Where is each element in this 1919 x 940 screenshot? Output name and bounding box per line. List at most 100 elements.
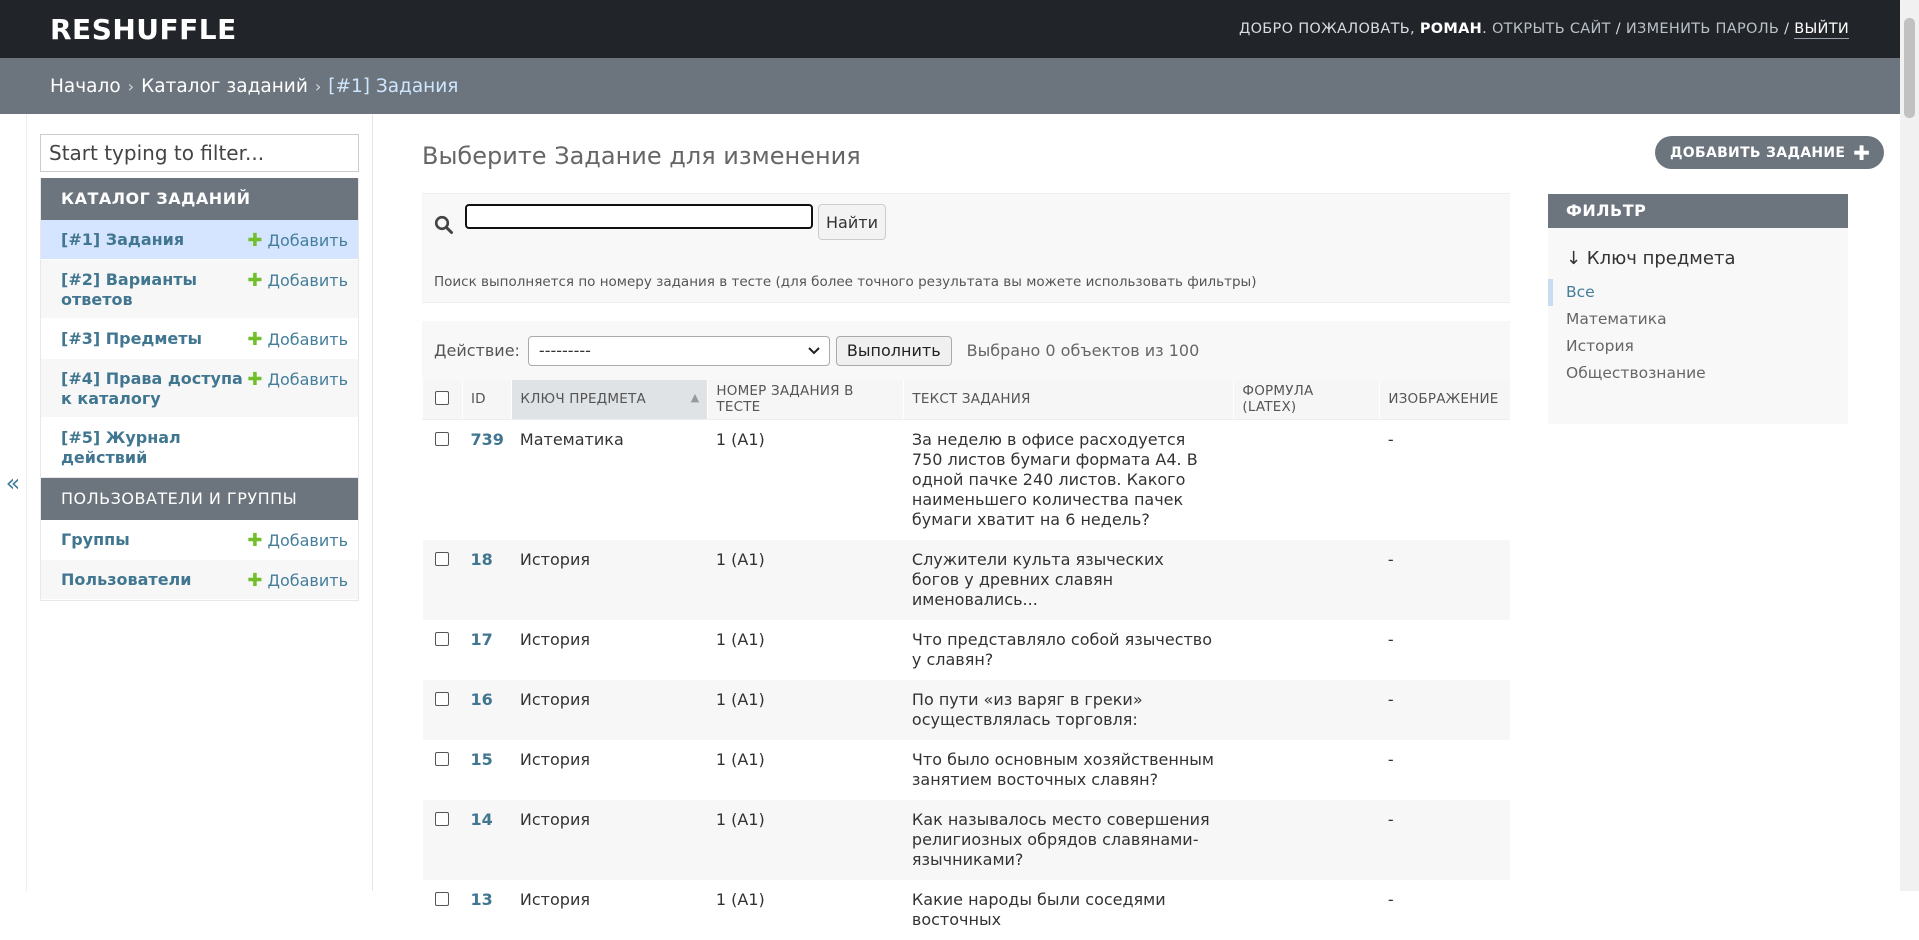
row-text: По пути «из варяг в греки» осуществлялас…: [911, 689, 1143, 729]
sidebar-item-label[interactable]: Группы: [61, 530, 130, 550]
row-formula: [1234, 540, 1380, 620]
filter-option-all[interactable]: Все: [1548, 279, 1848, 306]
row-text: Служители культа языческих богов у древн…: [911, 549, 1164, 609]
search-input[interactable]: [465, 204, 813, 229]
column-header-text[interactable]: Текст задания: [903, 380, 1234, 420]
row-id-link[interactable]: 739: [463, 419, 512, 540]
table-row: 13 История 1 (A1) Какие народы были сосе…: [422, 879, 1510, 940]
add-link[interactable]: ✚ Добавить: [247, 270, 348, 291]
module-caption[interactable]: Пользователи и группы: [41, 478, 358, 520]
breadcrumb-home[interactable]: Начало: [50, 76, 121, 97]
module-caption[interactable]: Каталог заданий: [41, 178, 358, 220]
sort-ascending-icon[interactable]: ▲: [691, 391, 700, 404]
table-row: 739 Математика 1 (A1) За неделю в офисе …: [422, 419, 1510, 540]
view-site-link[interactable]: Открыть сайт: [1492, 21, 1611, 37]
sidebar-item-subjects[interactable]: [#3] Предметы ✚ Добавить: [41, 319, 358, 359]
sidebar-item-access-rights[interactable]: [#4] Права доступа к каталогу ✚ Добавить: [41, 359, 358, 418]
row-number: 1 (A1): [715, 429, 765, 449]
sidebar-item-label[interactable]: Пользователи: [61, 570, 191, 590]
row-image: -: [1387, 889, 1394, 909]
add-task-button[interactable]: Добавить задание ✚: [1655, 136, 1885, 169]
row-number: 1 (A1): [715, 629, 765, 649]
sidebar-item-label[interactable]: [#4] Права доступа к каталогу: [61, 369, 247, 409]
column-header-number[interactable]: Номер задания в тесте: [707, 380, 904, 420]
sidebar-item-label[interactable]: [#5] Журнал действий: [61, 428, 251, 468]
sidebar-item-groups[interactable]: Группы ✚ Добавить: [41, 520, 358, 560]
filter-option-social[interactable]: Обществознание: [1548, 360, 1848, 387]
select-all-header: [422, 380, 463, 420]
add-link[interactable]: ✚ Добавить: [247, 530, 348, 551]
site-brand[interactable]: RESHUFFLE: [50, 13, 237, 46]
breadcrumb-separator: ›: [314, 76, 322, 96]
results-table: ID Ключ предмета ▲ Номер задания в тесте …: [422, 380, 1510, 940]
run-action-button[interactable]: Выполнить: [835, 335, 952, 366]
change-password-link[interactable]: Изменить пароль: [1626, 21, 1779, 37]
row-number: 1 (A1): [715, 549, 765, 569]
scrollbar-thumb[interactable]: [1904, 18, 1915, 118]
sidebar-item-users[interactable]: Пользователи ✚ Добавить: [41, 560, 358, 600]
add-link-label: Добавить: [267, 370, 348, 389]
add-link[interactable]: ✚ Добавить: [247, 369, 348, 390]
row-id-link[interactable]: 13: [463, 880, 512, 940]
table-row: 14 История 1 (A1) Как называлось место с…: [422, 799, 1510, 880]
filter-option-math[interactable]: Математика: [1548, 306, 1848, 333]
sidebar-item-tasks[interactable]: [#1] Задания ✚ Добавить: [41, 220, 358, 260]
row-id-link[interactable]: 14: [463, 800, 512, 880]
add-link[interactable]: ✚ Добавить: [247, 570, 348, 591]
select-all-checkbox[interactable]: [435, 391, 449, 406]
breadcrumb-catalog[interactable]: Каталог заданий: [141, 76, 308, 97]
table-row: 18 История 1 (A1) Служители культа языче…: [422, 539, 1510, 620]
sidebar-item-label[interactable]: [#2] Варианты ответов: [61, 270, 247, 310]
column-header-id[interactable]: ID: [461, 380, 512, 420]
search-icon: [434, 215, 453, 234]
row-text: Что представляло собой язычество у славя…: [911, 629, 1213, 669]
table-row: 17 История 1 (A1) Что представляло собой…: [422, 619, 1510, 680]
action-label: Действие:: [434, 341, 520, 360]
row-formula: [1234, 800, 1380, 880]
plus-icon: ✚: [247, 369, 263, 390]
plus-icon: ✚: [247, 230, 263, 251]
row-checkbox[interactable]: [434, 551, 449, 566]
search-toolbar: Найти Поиск выполняется по номеру задани…: [422, 193, 1510, 303]
row-image: -: [1387, 689, 1394, 709]
row-checkbox[interactable]: [434, 431, 449, 446]
toggle-sidebar-button[interactable]: «: [0, 114, 27, 891]
row-id-link[interactable]: 16: [463, 680, 512, 740]
logout-link[interactable]: Выйти: [1794, 21, 1849, 39]
plus-icon: ✚: [247, 530, 263, 551]
row-subject: История: [519, 629, 590, 649]
nav-sidebar: « Каталог заданий [#1] Задания ✚Добавить…: [0, 114, 373, 891]
add-link[interactable]: ✚ Добавить: [247, 230, 348, 251]
sidebar-item-action-log[interactable]: [#5] Журнал действий: [41, 418, 358, 477]
row-formula: [1234, 880, 1380, 940]
sidebar-item-label[interactable]: [#1] Задания: [61, 230, 184, 250]
column-header-image[interactable]: Изображение: [1379, 380, 1510, 420]
row-id-link[interactable]: 17: [463, 620, 512, 680]
row-checkbox[interactable]: [434, 691, 449, 706]
breadcrumb: Начало › Каталог заданий › [#1] Задания: [0, 58, 1919, 114]
page-scrollbar[interactable]: [1900, 0, 1919, 891]
sidebar-item-answers[interactable]: [#2] Варианты ответов ✚ Добавить: [41, 260, 358, 319]
search-button[interactable]: Найти: [818, 204, 886, 240]
row-checkbox[interactable]: [434, 811, 449, 826]
column-header-subject[interactable]: Ключ предмета ▲: [511, 380, 708, 420]
username: Роман: [1419, 21, 1483, 37]
row-subject: Математика: [519, 429, 624, 449]
sidebar-item-label[interactable]: [#3] Предметы: [61, 329, 202, 349]
add-link[interactable]: ✚ Добавить: [247, 329, 348, 350]
row-checkbox[interactable]: [434, 891, 449, 906]
row-checkbox[interactable]: [434, 751, 449, 766]
row-formula: [1234, 620, 1380, 680]
row-formula: [1234, 680, 1380, 740]
filter-option-history[interactable]: История: [1548, 333, 1848, 360]
row-text: Какие народы были соседями восточных: [911, 889, 1166, 929]
page-title: Выберите Задание для изменения: [422, 142, 861, 170]
row-text: За неделю в офисе расходуется 750 листов…: [911, 429, 1198, 529]
column-header-formula[interactable]: Формула (LaTeX): [1233, 380, 1380, 420]
row-id-link[interactable]: 18: [463, 540, 512, 620]
add-link-label: Добавить: [267, 271, 348, 290]
action-select[interactable]: ---------: [527, 335, 830, 366]
row-id-link[interactable]: 15: [463, 740, 512, 800]
row-checkbox[interactable]: [434, 631, 449, 646]
sidebar-filter-input[interactable]: [40, 134, 359, 172]
